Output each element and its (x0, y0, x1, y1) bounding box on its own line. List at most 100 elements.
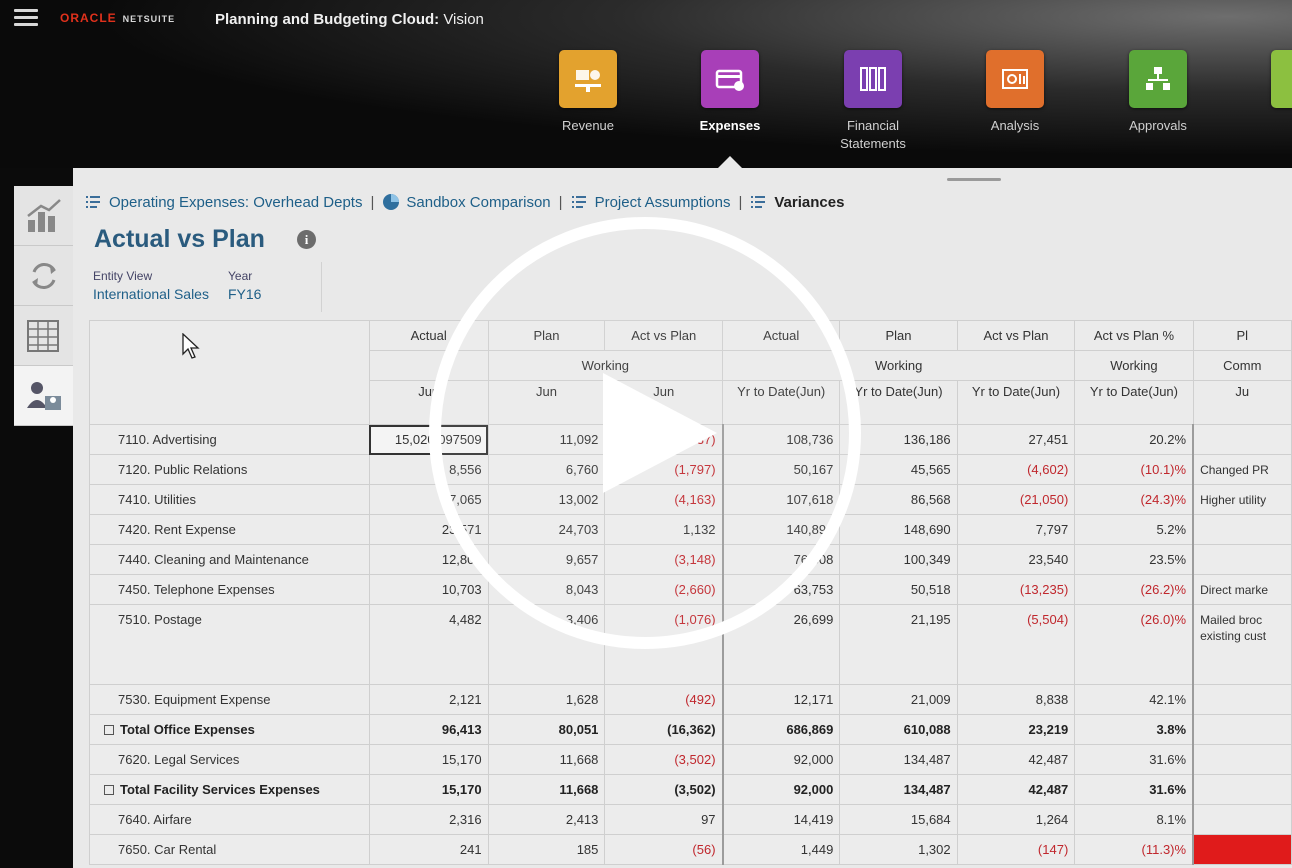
comment-cell[interactable]: Direct marke (1192, 574, 1292, 605)
column-header[interactable]: Pl (1192, 320, 1292, 351)
video-play-button[interactable] (429, 217, 861, 649)
data-cell[interactable]: 1,449 (721, 834, 841, 865)
row-label[interactable]: 7440. Cleaning and Maintenance (89, 544, 370, 575)
data-cell[interactable]: 42.1% (1074, 684, 1194, 715)
data-cell[interactable]: (3,502) (604, 744, 724, 775)
data-cell[interactable]: 1,628 (487, 684, 606, 715)
column-header[interactable]: Yr to Date(Jun) (1074, 380, 1194, 425)
nav-card-expenses[interactable]: Expenses (675, 50, 785, 135)
info-icon[interactable]: i (297, 230, 316, 249)
data-cell[interactable]: 97 (604, 804, 724, 835)
data-cell[interactable]: 42,487 (956, 744, 1076, 775)
row-label[interactable]: 7410. Utilities (89, 484, 370, 515)
panel-drag-handle[interactable] (947, 178, 1001, 181)
data-cell[interactable]: 80,051 (487, 714, 606, 745)
data-cell[interactable]: 20.2% (1074, 424, 1194, 455)
data-cell[interactable]: 92,000 (721, 744, 841, 775)
column-header[interactable]: Plan (839, 320, 958, 351)
data-cell[interactable]: 3.8% (1074, 714, 1194, 745)
data-cell[interactable]: 2,121 (368, 684, 489, 715)
pov-year[interactable]: Year FY16 (228, 269, 261, 302)
data-cell[interactable]: 134,487 (839, 744, 958, 775)
comment-cell[interactable] (1192, 514, 1292, 545)
nav-card-revenue[interactable]: Revenue (533, 50, 643, 135)
data-cell[interactable]: 1,302 (839, 834, 958, 865)
column-header[interactable]: Act vs Plan (956, 320, 1076, 351)
row-label[interactable]: 7530. Equipment Expense (89, 684, 370, 715)
data-cell[interactable]: 2,413 (487, 804, 606, 835)
tab-dashboard[interactable] (14, 186, 73, 246)
pov-entity[interactable]: Entity View International Sales (93, 269, 209, 302)
row-label[interactable]: 7120. Public Relations (89, 454, 370, 485)
comment-cell[interactable] (1192, 424, 1292, 455)
comment-cell[interactable]: Changed PR (1192, 454, 1292, 485)
data-cell[interactable]: 42,487 (956, 774, 1076, 805)
data-cell[interactable]: 23.5% (1074, 544, 1194, 575)
data-cell[interactable]: 148,690 (839, 514, 958, 545)
tab-data-grid[interactable] (14, 306, 73, 366)
data-cell[interactable]: (492) (604, 684, 724, 715)
breadcrumb-item-sandbox-comparison[interactable]: Sandbox Comparison (382, 193, 551, 211)
data-cell[interactable]: (56) (604, 834, 724, 865)
row-label[interactable]: 7110. Advertising (89, 424, 370, 455)
data-cell[interactable]: 23,540 (956, 544, 1076, 575)
data-cell[interactable]: 100,349 (839, 544, 958, 575)
data-cell[interactable]: (26.2)% (1074, 574, 1194, 605)
data-cell[interactable]: (16,362) (604, 714, 724, 745)
data-cell[interactable]: (147) (956, 834, 1076, 865)
comment-cell[interactable] (1192, 774, 1292, 805)
data-cell[interactable]: 610,088 (839, 714, 958, 745)
row-label[interactable]: 7450. Telephone Expenses (89, 574, 370, 605)
data-cell[interactable]: 50,518 (839, 574, 958, 605)
data-cell[interactable]: 686,869 (721, 714, 841, 745)
comment-cell[interactable]: Higher utility (1192, 484, 1292, 515)
hamburger-menu-icon[interactable] (14, 9, 38, 27)
data-cell[interactable]: (26.0)% (1074, 604, 1194, 685)
data-cell[interactable]: 15,170 (368, 774, 489, 805)
data-cell[interactable]: 21,195 (839, 604, 958, 685)
comment-cell[interactable]: Mailed broc existing cust (1192, 604, 1292, 685)
data-cell[interactable]: (13,235) (956, 574, 1076, 605)
collapse-toggle-icon[interactable] (104, 785, 114, 795)
comment-cell[interactable] (1192, 834, 1292, 865)
row-label[interactable]: 7420. Rent Expense (89, 514, 370, 545)
data-cell[interactable]: 31.6% (1074, 744, 1194, 775)
tab-user-access[interactable] (14, 366, 73, 426)
row-label[interactable]: 7640. Airfare (89, 804, 370, 835)
data-cell[interactable]: 92,000 (721, 774, 841, 805)
column-header[interactable]: Ju (1192, 380, 1292, 425)
tab-sync[interactable] (14, 246, 73, 306)
row-label[interactable]: Total Facility Services Expenses (89, 774, 370, 805)
nav-card-financial-statements[interactable]: Financial Statements (818, 50, 928, 153)
data-cell[interactable]: (10.1)% (1074, 454, 1194, 485)
data-cell[interactable]: 134,487 (839, 774, 958, 805)
data-cell[interactable]: 31.6% (1074, 774, 1194, 805)
data-cell[interactable]: (24.3)% (1074, 484, 1194, 515)
data-cell[interactable]: (21,050) (956, 484, 1076, 515)
comment-cell[interactable] (1192, 714, 1292, 745)
column-header[interactable]: Comm (1192, 350, 1292, 381)
data-cell[interactable]: (5,504) (956, 604, 1076, 685)
nav-card-forecast[interactable]: Fo (1245, 50, 1292, 135)
row-label[interactable]: 7510. Postage (89, 604, 370, 685)
data-cell[interactable]: 11,668 (487, 744, 606, 775)
data-cell[interactable]: 15,684 (839, 804, 958, 835)
data-cell[interactable]: 96,413 (368, 714, 489, 745)
breadcrumb-item-variances[interactable]: Variances (750, 194, 844, 211)
comment-cell[interactable] (1192, 684, 1292, 715)
data-cell[interactable]: (4,602) (956, 454, 1076, 485)
data-cell[interactable]: 14,419 (721, 804, 841, 835)
data-cell[interactable]: 8.1% (1074, 804, 1194, 835)
data-cell[interactable]: 21,009 (839, 684, 958, 715)
data-cell[interactable]: 10,703 (368, 574, 489, 605)
row-label[interactable]: Total Office Expenses (89, 714, 370, 745)
nav-card-analysis[interactable]: Analysis (960, 50, 1070, 135)
breadcrumb-item-project-assumptions[interactable]: Project Assumptions (571, 194, 730, 211)
data-cell[interactable]: 1,264 (956, 804, 1076, 835)
row-label[interactable]: 7620. Legal Services (89, 744, 370, 775)
comment-cell[interactable] (1192, 544, 1292, 575)
collapse-toggle-icon[interactable] (104, 725, 114, 735)
data-cell[interactable]: 2,316 (368, 804, 489, 835)
data-cell[interactable]: 12,171 (721, 684, 841, 715)
data-cell[interactable]: (3,502) (604, 774, 724, 805)
